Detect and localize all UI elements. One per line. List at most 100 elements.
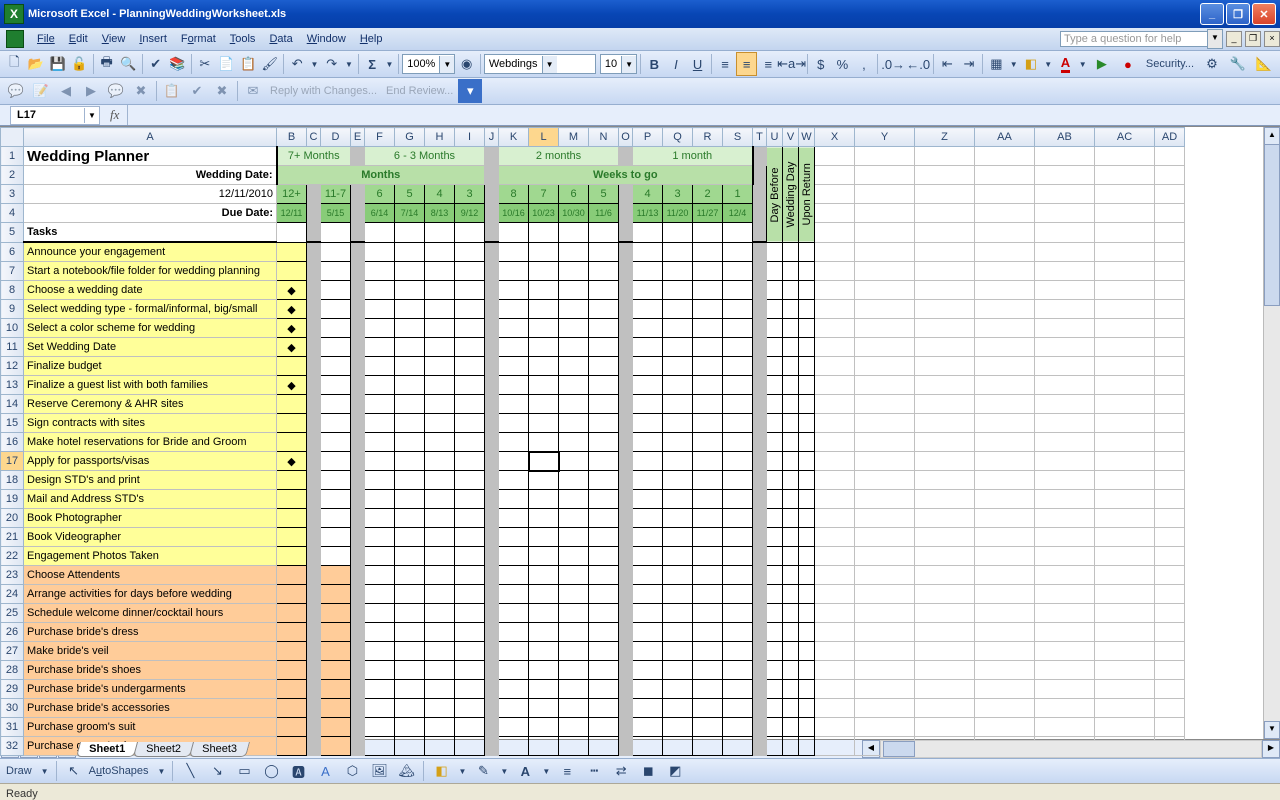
align-right-icon[interactable]: ≡ [758,52,779,76]
col-header-Y[interactable]: Y [855,128,915,147]
line-color-icon[interactable]: ✎ [471,759,495,783]
fill-color-icon[interactable]: ◧ [1021,52,1042,76]
group-1m[interactable]: 1 month [633,147,753,166]
task-cell[interactable]: Finalize budget [24,357,277,376]
task-cell[interactable]: Choose Attendents [24,566,277,585]
task-marker[interactable] [277,242,307,262]
vertical-scrollbar[interactable]: ▲ ▼ [1263,127,1280,739]
weeks-label[interactable]: Weeks to go [499,166,753,185]
spell-icon[interactable]: ✔ [145,52,166,76]
vba-icon[interactable]: ⚙ [1200,52,1224,76]
prev-comment-icon[interactable]: ◀ [54,79,78,103]
row-header-19[interactable]: 19 [1,490,24,509]
task-cell[interactable]: Purchase bride's dress [24,623,277,642]
font-combo[interactable]: Webdings▼ [484,54,596,74]
task-cell[interactable]: Purchase bride's shoes [24,661,277,680]
3d-icon[interactable]: ◩ [663,759,687,783]
autosum-icon[interactable]: Σ [362,52,383,76]
row-header-32[interactable]: 32 [1,737,24,756]
col-header-S[interactable]: S [723,128,753,147]
sheet-tab-2[interactable]: Sheet2 [133,742,194,757]
maximize-button[interactable]: ❐ [1226,3,1250,25]
line-icon[interactable]: ╲ [178,759,202,783]
task-cell[interactable]: Arrange activities for days before weddi… [24,585,277,604]
task-cell[interactable]: Purchase groom's suit [24,718,277,737]
due-date-label[interactable]: Due Date: [24,204,277,223]
task-cell[interactable]: Finalize a guest list with both families [24,376,277,395]
task-marker[interactable] [277,547,307,566]
task-cell[interactable]: Purchase bride's undergarments [24,680,277,699]
ask-question-input[interactable] [1060,31,1208,47]
menu-tools[interactable]: Tools [223,31,263,47]
menu-format[interactable]: Format [174,31,223,47]
col-header-E[interactable]: E [351,128,365,147]
rectangle-icon[interactable]: ▭ [232,759,256,783]
close-button[interactable]: ✕ [1252,3,1276,25]
run-macro-icon[interactable]: ▶ [1090,52,1114,76]
row-header-3[interactable]: 3 [1,185,24,204]
col-header-D[interactable]: D [321,128,351,147]
task-marker[interactable] [277,357,307,376]
row-header-10[interactable]: 10 [1,319,24,338]
task-marker[interactable] [277,414,307,433]
col-header-I[interactable]: I [455,128,485,147]
upon-return-label[interactable]: Upon Return [799,147,815,243]
active-cell[interactable] [529,452,559,471]
wordart-icon[interactable]: A [313,759,337,783]
task-cell[interactable]: Set Wedding Date [24,338,277,357]
hscroll-track[interactable] [880,740,1262,758]
row-header-22[interactable]: 22 [1,547,24,566]
task-marker[interactable] [277,718,307,737]
spreadsheet-grid[interactable]: ABCDEFGHIJKLMNOPQRSTUVWXYZAAABACAD1Weddi… [0,126,1280,739]
task-marker[interactable] [277,737,307,756]
col-header-V[interactable]: V [783,128,799,147]
open-icon[interactable]: 📂 [26,52,47,76]
row-header-17[interactable]: 17 [1,452,24,471]
task-cell[interactable]: Purchase bride's accessories [24,699,277,718]
row-header-9[interactable]: 9 [1,300,24,319]
next-comment-icon[interactable]: ▶ [79,79,103,103]
task-marker[interactable]: ◆ [277,376,307,395]
task-marker[interactable] [277,642,307,661]
title-cell[interactable]: Wedding Planner [24,147,277,166]
row-header-5[interactable]: 5 [1,223,24,243]
zoom-combo[interactable]: 100%▼ [402,54,455,74]
col-header-T[interactable]: T [753,128,767,147]
borders-icon[interactable]: ▦ [986,52,1007,76]
diagram-icon[interactable]: ⬡ [340,759,364,783]
col-header-M[interactable]: M [559,128,589,147]
menu-window[interactable]: Window [300,31,353,47]
picture-icon[interactable]: 🏔 [394,759,418,783]
task-cell[interactable]: Select a color scheme for wedding [24,319,277,338]
paste-icon[interactable]: 📋 [238,52,259,76]
row-header-30[interactable]: 30 [1,699,24,718]
arrow-style-icon[interactable]: ⇄ [609,759,633,783]
col-header-K[interactable]: K [499,128,529,147]
design-icon[interactable]: 📐 [1252,52,1276,76]
help-icon[interactable]: ◉ [456,52,477,76]
task-cell[interactable]: Announce your engagement [24,242,277,262]
col-header-F[interactable]: F [365,128,395,147]
row-header-27[interactable]: 27 [1,642,24,661]
menu-file[interactable]: File [30,31,62,47]
wedding-date-label[interactable]: Wedding Date: [24,166,277,185]
col-header-N[interactable]: N [589,128,619,147]
align-center-icon[interactable]: ≡ [736,52,757,76]
controls-icon[interactable]: 🔧 [1226,52,1250,76]
group-7plus[interactable]: 7+ Months [277,147,351,166]
col-header-U[interactable]: U [767,128,783,147]
day-before-label[interactable]: Day Before [767,147,783,243]
hscroll-right-button[interactable]: ▶ [1262,740,1280,758]
research-icon[interactable]: 📚 [167,52,188,76]
scroll-down-button[interactable]: ▼ [1264,721,1280,739]
task-cell[interactable]: Mail and Address STD's [24,490,277,509]
scroll-up-button[interactable]: ▲ [1264,127,1280,145]
row-header-31[interactable]: 31 [1,718,24,737]
row-header-24[interactable]: 24 [1,585,24,604]
preview-icon[interactable]: 🔍 [118,52,139,76]
row-header-23[interactable]: 23 [1,566,24,585]
task-marker[interactable] [277,262,307,281]
doc-restore[interactable]: ❐ [1245,31,1261,47]
dec-indent-icon[interactable]: ⇤ [937,52,958,76]
row-header-28[interactable]: 28 [1,661,24,680]
